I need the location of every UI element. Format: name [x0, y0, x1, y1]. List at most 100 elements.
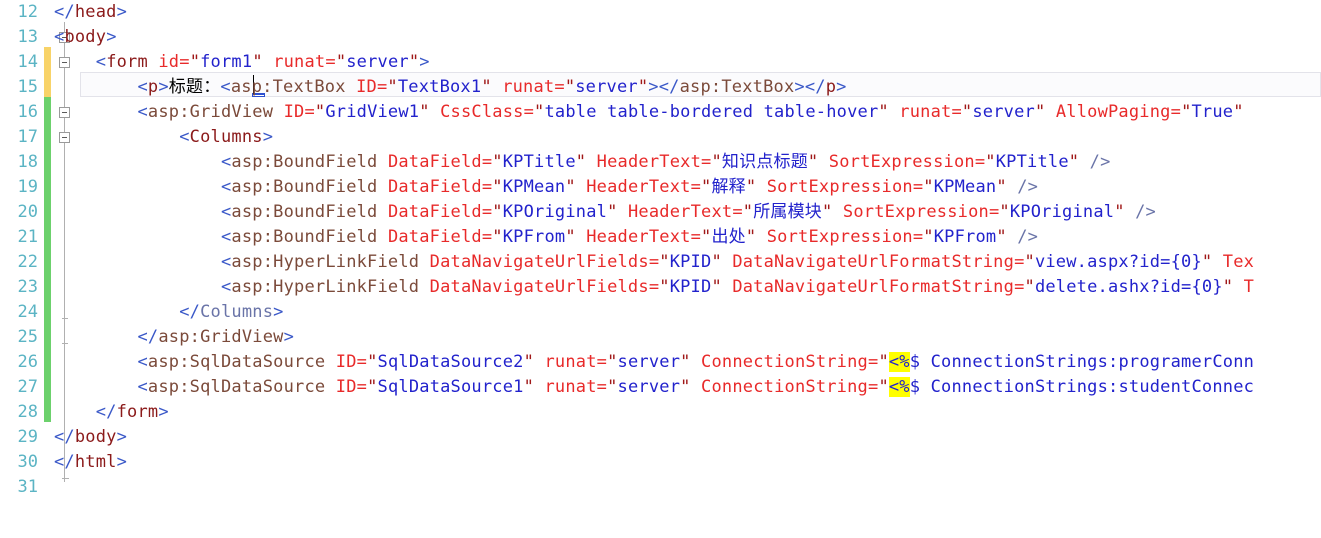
code-token: " — [481, 77, 492, 97]
code-line-text[interactable]: </body> — [54, 425, 127, 450]
code-token: body — [74, 427, 117, 447]
code-token: = — [951, 102, 962, 122]
code-token: delete.ashx?id={0} — [1034, 277, 1223, 297]
code-token: 出处 — [711, 227, 746, 247]
code-line-text[interactable]: <asp:SqlDataSource ID="SqlDataSource1" r… — [54, 375, 1254, 400]
code-token: > — [283, 327, 295, 347]
line-number: 13 — [17, 27, 38, 47]
code-line-text[interactable]: <asp:GridView ID="GridView1" CssClass="t… — [54, 100, 1244, 125]
code-line-text[interactable]: <asp:HyperLinkField DataNavigateUrlField… — [54, 275, 1254, 300]
line-number: 29 — [17, 427, 38, 447]
code-line-31[interactable]: 31 — [0, 475, 1321, 500]
line-number: 19 — [17, 177, 38, 197]
code-line-text[interactable]: </asp:GridView> — [54, 325, 294, 350]
code-token: DataField — [387, 227, 482, 247]
code-line-text[interactable]: <asp:HyperLinkField DataNavigateUrlField… — [54, 250, 1254, 275]
code-token: asp:GridView — [158, 327, 284, 347]
code-token: = — [868, 377, 879, 397]
code-line-15[interactable]: 15 <p>标题：<asp:TextBox ID="TextBox1" runa… — [0, 75, 1321, 100]
code-token: > — [158, 402, 169, 422]
code-token: /> — [1017, 177, 1039, 197]
code-token: = — [554, 77, 565, 97]
code-token: True — [1191, 102, 1234, 122]
code-line-text[interactable]: <p>标题：<asp:TextBox ID="TextBox1" runat="… — [54, 75, 847, 100]
code-token: asp:HyperLinkField — [231, 277, 420, 297]
code-line-18[interactable]: 18 <asp:BoundField DataField="KPTitle" H… — [0, 150, 1321, 175]
code-token: = — [988, 202, 1000, 222]
code-line-text[interactable]: </html> — [54, 450, 127, 475]
code-token: > — [273, 302, 284, 322]
code-line-22[interactable]: 22 <asp:HyperLinkField DataNavigateUrlFi… — [0, 250, 1321, 275]
code-line-text[interactable]: <Columns> — [54, 125, 273, 150]
code-token: " — [711, 152, 722, 172]
code-line-27[interactable]: 27 <asp:SqlDataSource ID="SqlDataSource1… — [0, 375, 1321, 400]
code-token: </ — [54, 2, 75, 22]
code-token: = — [179, 52, 190, 72]
code-token: SortExpression — [766, 227, 913, 247]
code-line-13[interactable]: 13 <body> — [0, 25, 1321, 50]
code-token: " — [189, 52, 201, 72]
code-token: DataNavigateUrlFields — [429, 252, 649, 272]
code-token: = — [868, 352, 879, 372]
code-token: </ — [804, 77, 826, 97]
code-line-25[interactable]: 25 </asp:GridView> — [0, 325, 1321, 350]
code-token: " — [711, 252, 722, 272]
code-line-30[interactable]: 30 </html> — [0, 450, 1321, 475]
code-line-text[interactable]: <asp:BoundField DataField="KPTitle" Head… — [54, 150, 1111, 175]
code-token: HeaderText — [627, 202, 733, 222]
code-line-text[interactable]: <asp:BoundField DataField="KPMean" Heade… — [54, 175, 1038, 200]
code-line-text[interactable]: </Columns> — [54, 300, 284, 325]
code-token: < — [220, 77, 231, 97]
code-token: = — [648, 277, 660, 297]
code-token: HeaderText — [586, 177, 691, 197]
code-line-12[interactable]: 12 </head> — [0, 0, 1321, 25]
code-line-29[interactable]: 29 </body> — [0, 425, 1321, 450]
code-token: asp:TextBox — [230, 77, 346, 97]
code-line-16[interactable]: 16 <asp:GridView ID="GridView1" CssClass… — [0, 100, 1321, 125]
line-number: 23 — [17, 277, 38, 297]
code-line-text[interactable]: </form> — [54, 400, 169, 425]
code-token: " — [999, 202, 1010, 222]
code-token: " — [492, 227, 503, 247]
code-token: < — [220, 177, 232, 197]
code-token: " — [575, 152, 587, 172]
code-line-text[interactable]: <asp:BoundField DataField="KPOriginal" H… — [54, 200, 1156, 225]
code-line-text[interactable]: <form id="form1" runat="server"> — [54, 50, 430, 75]
code-line-20[interactable]: 20 <asp:BoundField DataField="KPOriginal… — [0, 200, 1321, 225]
line-number: 18 — [17, 152, 38, 172]
code-line-26[interactable]: 26 <asp:SqlDataSource ID="SqlDataSource2… — [0, 350, 1321, 375]
code-token: body — [64, 27, 107, 47]
code-line-text[interactable]: <body> — [54, 25, 117, 50]
code-token: " — [807, 152, 819, 172]
code-line-19[interactable]: 19 <asp:BoundField DataField="KPMean" He… — [0, 175, 1321, 200]
code-line-28[interactable]: 28 </form> — [0, 400, 1321, 425]
code-line-text[interactable]: <asp:BoundField DataField="KPFrom" Heade… — [54, 225, 1038, 250]
code-token: = — [1014, 277, 1025, 297]
code-line-24[interactable]: 24 </Columns> — [0, 300, 1321, 325]
code-line-14[interactable]: 14 <form id="form1" runat="server"> — [0, 50, 1321, 75]
code-line-text[interactable]: </head> — [54, 0, 127, 25]
code-token: = — [596, 377, 608, 397]
code-line-text[interactable]: <asp:SqlDataSource ID="SqlDataSource2" r… — [54, 350, 1254, 375]
code-token: <% — [888, 352, 910, 372]
code-token: KPMean — [502, 177, 566, 197]
code-token: " — [1181, 102, 1192, 122]
code-line-17[interactable]: 17 <Columns> — [0, 125, 1321, 150]
code-line-21[interactable]: 21 <asp:BoundField DataField="KPFrom" He… — [0, 225, 1321, 250]
code-line-23[interactable]: 23 <asp:HyperLinkField DataNavigateUrlFi… — [0, 275, 1321, 300]
code-editor[interactable]: 12 </head> 13 <body> 14 <form id="form1" run… — [0, 0, 1321, 538]
